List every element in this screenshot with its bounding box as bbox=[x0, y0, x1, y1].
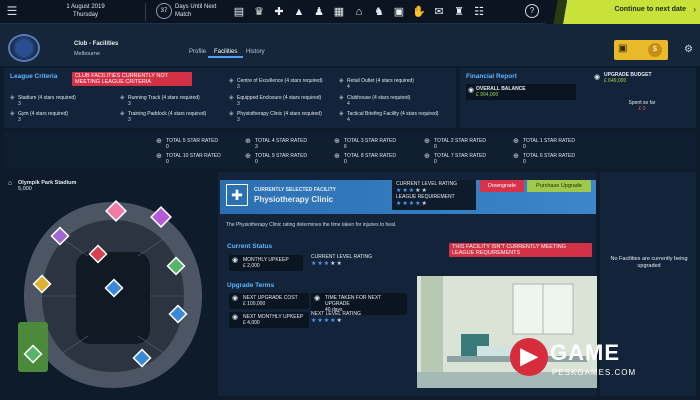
days-until-label: Days Until Next Match bbox=[175, 4, 217, 18]
toolbar: ▤ ♛ ✚ ▲ ♟ ▦ ⌂ ♞ ▣ ✋ ✉ ♜ ☷ bbox=[230, 3, 488, 21]
bag-icon: ▣ bbox=[618, 43, 628, 54]
news-icon[interactable]: ☷ bbox=[470, 3, 488, 21]
continue-button[interactable]: Continue to next date › bbox=[545, 0, 700, 24]
budget-icon: ◉ bbox=[594, 74, 601, 81]
days-until-count: 37 bbox=[156, 3, 172, 19]
current-level-stars: ★★★★★ bbox=[311, 261, 343, 267]
chevron-right-icon: › bbox=[693, 5, 696, 14]
total-2-star: TOTAL 2 STAR RATED0 bbox=[424, 138, 504, 150]
stadium-pitch bbox=[76, 252, 150, 344]
criteria-item-running-track: Running Track (4 stars required)3 bbox=[120, 95, 220, 107]
criteria-item-tactical-briefing: Tactical Briefing Facility (4 stars requ… bbox=[339, 111, 449, 123]
current-level-rating: CURRENT LEVEL RATING ★★★★★ bbox=[311, 254, 373, 267]
purchase-upgrade-button[interactable]: Purchase Upgrade bbox=[527, 180, 591, 192]
total-1-star: TOTAL 1 STAR RATED0 bbox=[513, 138, 593, 150]
page-title: Club - Facilities bbox=[74, 41, 119, 47]
total-4-star: TOTAL 4 STAR RATED3 bbox=[245, 138, 325, 150]
cup-icon[interactable]: ♛ bbox=[250, 3, 268, 21]
date-display: 1 August 2019 Thursday bbox=[26, 3, 146, 21]
stadium-info: ⌂ Olympik Park Stadium 5,000 bbox=[8, 180, 77, 192]
next-monthly-upkeep: NEXT MONTHLY UPKEEP £ 4,000 bbox=[229, 312, 309, 328]
stadium-icon[interactable]: ⌂ bbox=[350, 3, 368, 21]
current-rating-stars: ★★★★★ bbox=[396, 188, 428, 194]
spent-so-far: Spent so far £ 0 bbox=[628, 100, 656, 112]
trophy-icon[interactable]: ♜ bbox=[450, 3, 468, 21]
monthly-upkeep: MONTHLY UPKEEP £ 2,000 bbox=[229, 255, 303, 271]
status-alert: THIS FACILITY ISN'T CURRENTLY MEETING LE… bbox=[449, 243, 592, 257]
shirt-icon[interactable]: ♟ bbox=[310, 3, 328, 21]
criteria-item-training-paddock: Training Paddock (4 stars required)3 bbox=[120, 111, 220, 123]
watermark-logo-icon: ▶ bbox=[510, 338, 548, 376]
finance-button[interactable]: ▣ $ bbox=[614, 40, 668, 60]
total-9-star: TOTAL 9 STAR RATED0 bbox=[245, 153, 325, 165]
kit-icon[interactable]: ♞ bbox=[370, 3, 388, 21]
calendar-icon[interactable]: ▣ bbox=[390, 3, 408, 21]
handshake-icon[interactable]: ✋ bbox=[410, 3, 428, 21]
criteria-item-centre-of-excellence: Centre of Excellence (4 stars required)3 bbox=[229, 78, 333, 90]
current-status-title: Current Status bbox=[227, 243, 273, 250]
next-upgrade-cost: NEXT UPGRADE COST £ 100,000 bbox=[229, 293, 309, 309]
stadium-icon: ⌂ bbox=[8, 180, 13, 187]
downgrade-button[interactable]: Downgrade bbox=[480, 180, 524, 192]
total-6-star: TOTAL 6 STAR RATED0 bbox=[513, 153, 593, 165]
next-level-stars: ★★★★★ bbox=[311, 318, 343, 324]
coin-icon: $ bbox=[648, 43, 662, 57]
criteria-item-stadium: Stadium (4 stars required)3 bbox=[10, 95, 110, 107]
criteria-item-retail-outlet: Retail Outlet (4 stars required)4 bbox=[339, 78, 443, 90]
criteria-alert: CLUB FACILITIES CURRENTLY NOT MEETING LE… bbox=[72, 72, 192, 86]
board-icon[interactable]: ▦ bbox=[330, 3, 348, 21]
total-5-star: TOTAL 5 STAR RATED0 bbox=[156, 138, 236, 150]
chart-icon[interactable]: ▤ bbox=[230, 3, 248, 21]
financial-report-title: Financial Report bbox=[466, 73, 517, 80]
total-8-star: TOTAL 8 STAR RATED0 bbox=[334, 153, 414, 165]
total-3-star: TOTAL 3 STAR RATED6 bbox=[334, 138, 414, 150]
continue-label: Continue to next date bbox=[614, 6, 686, 13]
total-10-star: TOTAL 10 STAR RATED0 bbox=[156, 153, 236, 165]
upgrade-budget: ◉ UPGRADE BUDGET £ 649,000 bbox=[594, 72, 652, 84]
total-7-star: TOTAL 7 STAR RATED0 bbox=[424, 153, 504, 165]
criteria-item-clubhouse: Clubhouse (4 stars required)4 bbox=[339, 95, 443, 107]
cone-icon[interactable]: ▲ bbox=[290, 3, 308, 21]
club-logo bbox=[8, 34, 40, 62]
criteria-item-gym: Gym (4 stars required)3 bbox=[10, 111, 110, 123]
tab-history[interactable]: History bbox=[240, 46, 271, 58]
help-icon[interactable]: ? bbox=[525, 4, 539, 18]
watermark-site: PESKGAMES.COM bbox=[552, 368, 637, 377]
criteria-item-physiotherapy-clinic: Physiotherapy Clinic (4 stars required)3 bbox=[229, 111, 333, 123]
league-criteria-title: League Criteria bbox=[10, 73, 58, 80]
gear-icon[interactable]: ⚙ bbox=[684, 44, 693, 55]
balance-icon: ◉ bbox=[468, 87, 475, 94]
next-level-rating: NEXT LEVEL RATING ★★★★★ bbox=[311, 311, 361, 324]
criteria-item-equipped-enclosure: Equipped Enclosure (4 stars required)3 bbox=[229, 95, 333, 107]
physio-icon: ✚ bbox=[226, 184, 248, 206]
no-upgrades-text: No Facilities are currently being upgrad… bbox=[610, 256, 688, 269]
weekday-text: Thursday bbox=[72, 12, 98, 18]
tab-facilities[interactable]: Facilities bbox=[208, 46, 244, 58]
watermark-brand: GAME bbox=[550, 340, 620, 365]
overall-balance: ◉ OVERALL BALANCE £ 904,000 bbox=[466, 84, 576, 100]
upgrade-terms-title: Upgrade Terms bbox=[227, 282, 275, 289]
date-text: 1 August 2019 bbox=[66, 4, 105, 10]
medkit-icon[interactable]: ✚ bbox=[270, 3, 288, 21]
league-requirement-stars: ★★★★★ bbox=[396, 201, 428, 207]
stadium-map bbox=[18, 200, 202, 388]
hamburger-icon[interactable]: ☰ bbox=[4, 4, 20, 20]
selected-facility-label: CURRENTLY SELECTED FACILITY bbox=[254, 187, 336, 193]
email-icon[interactable]: ✉ bbox=[430, 3, 448, 21]
selected-facility-name: Physiotherapy Clinic bbox=[254, 195, 334, 204]
club-city: Melbourne bbox=[74, 51, 100, 57]
rating-box: CURRENT LEVEL RATING ★★★★★ LEAGUE REQUIR… bbox=[392, 180, 476, 210]
facility-description: The Physiotherapy Clinic rating determin… bbox=[226, 222, 397, 228]
